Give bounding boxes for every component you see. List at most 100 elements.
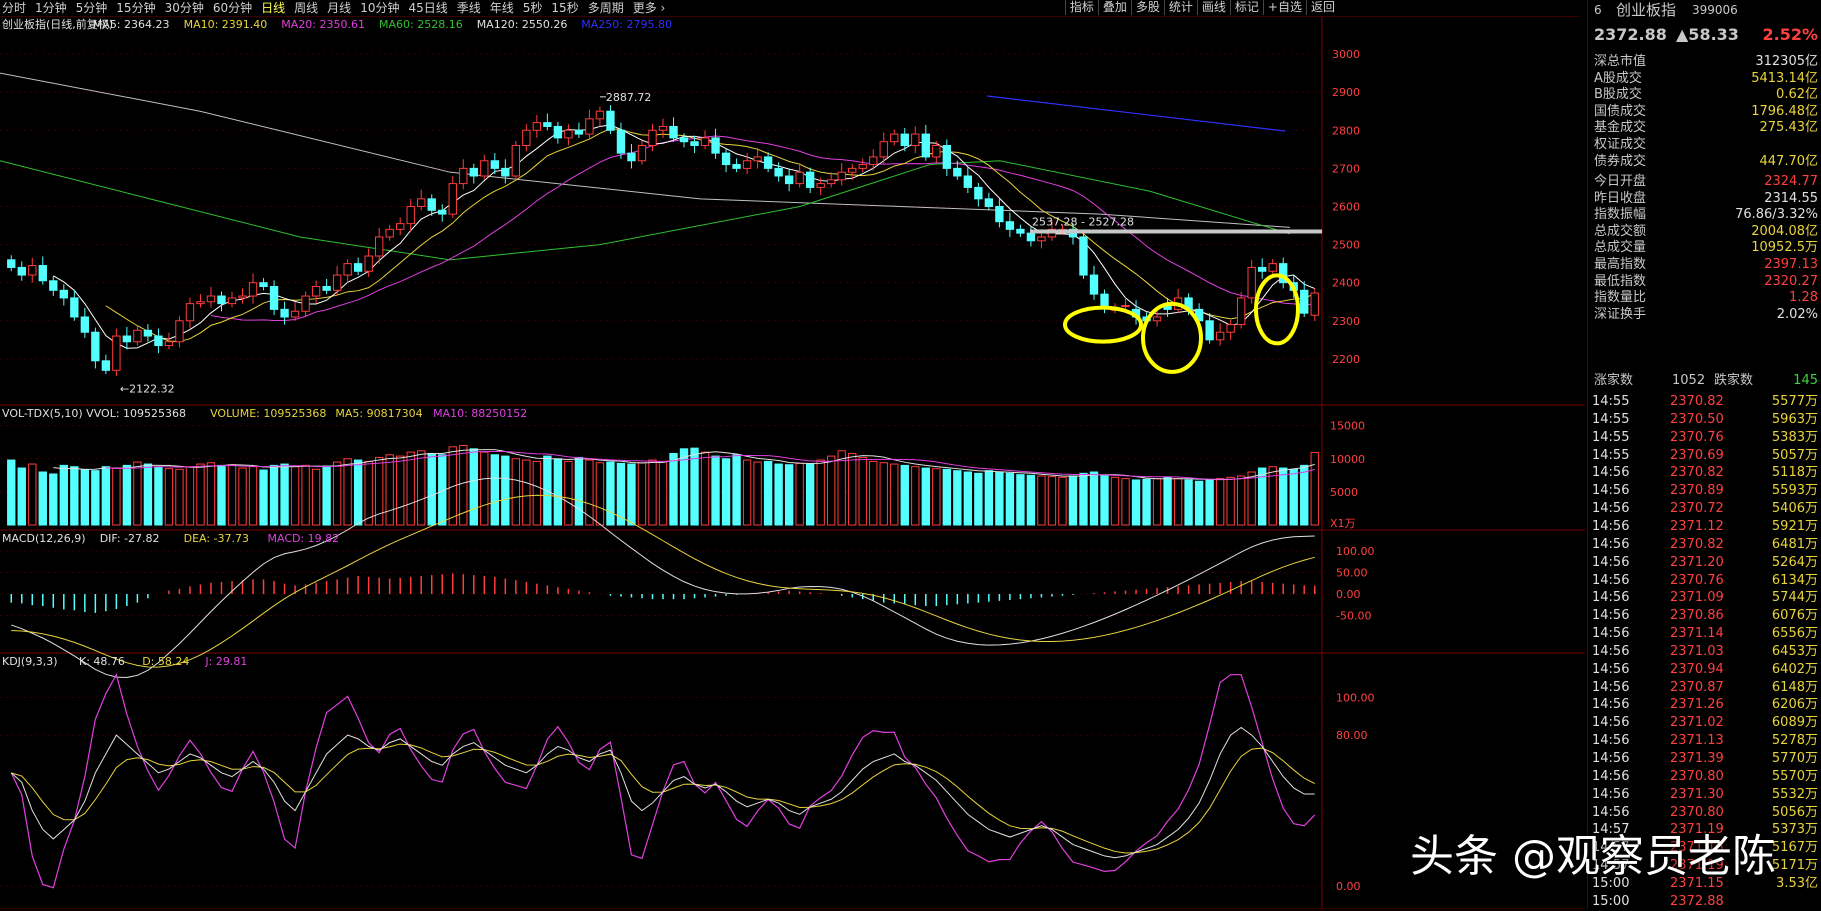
candle-body xyxy=(1247,266,1256,299)
period-tab-3[interactable]: 15分钟 xyxy=(116,1,155,15)
y-tick-label: 2500 xyxy=(1332,239,1360,252)
candle-body xyxy=(721,152,731,166)
tool-tab-1[interactable]: 叠加 xyxy=(1097,0,1131,15)
tick-volume: 5406万 xyxy=(1771,501,1818,517)
tick-volume: 6556万 xyxy=(1771,626,1818,642)
volume-bar xyxy=(280,463,289,526)
candle-body xyxy=(900,133,909,147)
volume-bar xyxy=(595,462,605,526)
stat-label: 债券成交 xyxy=(1594,153,1647,169)
period-tab-9[interactable]: 10分钟 xyxy=(360,1,399,15)
volume-bar xyxy=(1005,472,1015,526)
period-tab-12[interactable]: 年线 xyxy=(490,1,514,15)
volume-bar xyxy=(269,464,279,526)
tick-row: 15:00 2372.88 xyxy=(1592,892,1818,911)
tick-volume: 5744万 xyxy=(1771,590,1818,606)
tool-tab-6[interactable]: +自选 xyxy=(1262,0,1306,15)
candle-body xyxy=(332,274,342,291)
volume-bar xyxy=(122,464,132,526)
period-tab-14[interactable]: 15秒 xyxy=(551,1,578,15)
volume-bar xyxy=(101,466,111,526)
tool-tab-2[interactable]: 多股 xyxy=(1130,0,1164,15)
candle-body xyxy=(248,282,258,297)
tick-row: 14:56 2370.76 6134万 xyxy=(1592,571,1818,590)
volume-bar xyxy=(805,463,815,526)
period-tab-6[interactable]: 日线 xyxy=(261,1,285,15)
candle-body xyxy=(1236,297,1246,326)
watermark: 头条 @观察员老陈 xyxy=(1410,831,1776,882)
candle-body xyxy=(711,137,720,154)
period-tab-1[interactable]: 1分钟 xyxy=(35,1,67,15)
period-tab-10[interactable]: 45日线 xyxy=(408,1,447,15)
tick-volume: 5963万 xyxy=(1771,411,1818,427)
volume-bar xyxy=(196,463,205,526)
candle-body xyxy=(553,125,563,139)
tick-price: 2371.14 xyxy=(1670,626,1724,642)
tool-tab-3[interactable]: 统计 xyxy=(1163,0,1197,15)
kdj-j-line xyxy=(10,673,1316,889)
volume-bar xyxy=(364,460,373,526)
tool-tab-7[interactable]: 返回 xyxy=(1305,0,1339,15)
tool-tab-0[interactable]: 指标 xyxy=(1064,0,1098,15)
period-tab-7[interactable]: 周线 xyxy=(294,1,318,15)
tick-time: 14:56 xyxy=(1592,733,1630,749)
tick-row: 14:56 2371.09 5744万 xyxy=(1592,588,1818,607)
volume-bar xyxy=(7,459,16,526)
period-tab-8[interactable]: 月线 xyxy=(327,1,351,15)
candle-body xyxy=(848,167,857,173)
period-tab-5[interactable]: 60分钟 xyxy=(213,1,252,15)
tick-time: 14:56 xyxy=(1592,768,1630,784)
low-annotation: ←2122.32 xyxy=(120,382,175,395)
tick-time: 14:56 xyxy=(1592,715,1630,731)
candle-body xyxy=(185,303,195,322)
candle-body xyxy=(816,183,825,188)
volume-bar xyxy=(921,467,930,526)
quote-price: 2372.88 xyxy=(1594,25,1667,44)
candle-body xyxy=(59,289,68,299)
tick-volume: 5118万 xyxy=(1771,465,1818,481)
period-tab-15[interactable]: 多周期 xyxy=(588,1,624,15)
volume-bar xyxy=(185,466,195,526)
period-tab-11[interactable]: 季线 xyxy=(457,1,481,15)
tool-tab-5[interactable]: 标记 xyxy=(1229,0,1263,15)
tick-row: 14:56 2371.02 6089万 xyxy=(1592,713,1818,732)
main-legend-6: MA250: 2795.80 xyxy=(581,18,672,31)
candle-body xyxy=(858,164,867,169)
tick-row: 14:56 2371.14 6556万 xyxy=(1592,624,1818,643)
volume-bar xyxy=(848,452,857,526)
volume-bar xyxy=(858,456,867,526)
vol-legend-3: MA10: 88250152 xyxy=(433,407,527,420)
candle-body xyxy=(259,282,268,287)
volume-bar xyxy=(984,470,994,526)
tick-volume: 6453万 xyxy=(1771,643,1818,659)
volume-bar xyxy=(343,458,352,526)
vol-unit-label: X1万 xyxy=(1330,517,1356,530)
volume-bar xyxy=(1016,474,1025,526)
volume-bar xyxy=(522,459,531,526)
quote-price-row: 2372.88 ▲58.33 2.52% xyxy=(1594,25,1818,49)
candle-body xyxy=(753,156,762,162)
candle-body xyxy=(448,183,457,215)
candle-body xyxy=(269,285,279,310)
candle-body xyxy=(427,198,436,211)
period-tab-4[interactable]: 30分钟 xyxy=(165,1,204,15)
tick-time: 14:56 xyxy=(1592,626,1630,642)
tick-row: 14:56 2370.87 6148万 xyxy=(1592,678,1818,697)
tick-row: 14:55 2370.50 5963万 xyxy=(1592,410,1818,429)
kdj-tick-label: 0.00 xyxy=(1336,880,1361,893)
volume-bar xyxy=(648,459,657,526)
tick-row: 14:56 2370.94 6402万 xyxy=(1592,660,1818,679)
period-tab-16[interactable]: 更多 › xyxy=(633,1,666,15)
volume-bar xyxy=(1289,468,1298,526)
period-tab-0[interactable]: 分时 xyxy=(2,1,26,15)
period-tab-13[interactable]: 5秒 xyxy=(523,1,543,15)
period-tab-2[interactable]: 5分钟 xyxy=(76,1,108,15)
volume-bar xyxy=(911,466,920,526)
candle-body xyxy=(869,156,878,166)
macd-tick-label: 50.00 xyxy=(1336,567,1368,580)
volume-bar xyxy=(175,468,184,526)
candle-body xyxy=(1300,289,1309,314)
candle-body xyxy=(364,255,373,272)
candle-body xyxy=(7,259,16,268)
tool-tab-4[interactable]: 画线 xyxy=(1196,0,1230,15)
